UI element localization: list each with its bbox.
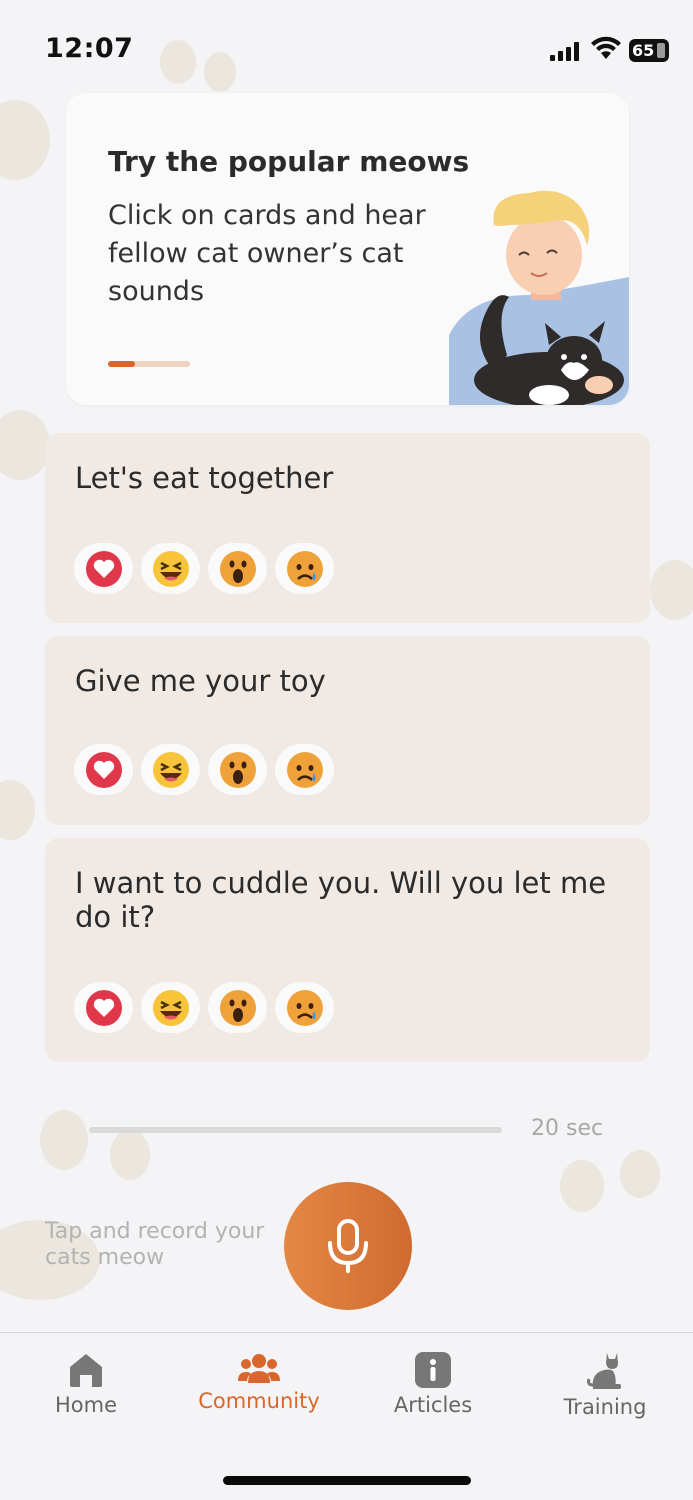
bottom-tab-bar: Home Community Articles Training (0, 1332, 693, 1500)
signal-icon (550, 41, 580, 61)
recording-timer-label: 20 sec (531, 1116, 604, 1141)
battery-icon: 65 (629, 39, 669, 62)
info-icon (415, 1352, 451, 1388)
laugh-reaction-button[interactable] (141, 982, 200, 1033)
heart-icon (85, 550, 122, 587)
meow-card[interactable]: Let's eat together (45, 433, 650, 623)
shocked-face-icon (219, 989, 256, 1026)
status-time: 12:07 (45, 33, 134, 64)
tab-home[interactable]: Home (16, 1351, 156, 1417)
sad-reaction-button[interactable] (275, 543, 334, 594)
wifi-icon (591, 36, 621, 59)
battery-level: 65 (632, 41, 655, 60)
tab-training[interactable]: Training (535, 1351, 675, 1419)
meow-card[interactable]: I want to cuddle you. Will you let me do… (45, 838, 650, 1062)
promo-title: Try the popular meows (108, 145, 470, 178)
reaction-row (74, 744, 334, 795)
shocked-face-icon (219, 751, 256, 788)
meow-card[interactable]: Give me your toy (45, 636, 650, 825)
laughing-face-icon (152, 751, 189, 788)
promo-page-indicator-fill (108, 361, 136, 367)
tab-community[interactable]: Community (189, 1351, 329, 1413)
wow-reaction-button[interactable] (208, 543, 267, 594)
home-icon (70, 1354, 102, 1387)
promo-card[interactable]: Try the popular meows Click on cards and… (66, 93, 629, 405)
heart-reaction-button[interactable] (74, 982, 133, 1033)
sad-face-icon (286, 751, 323, 788)
record-hint: Tap and record your cats meow (45, 1219, 265, 1270)
wow-reaction-button[interactable] (208, 744, 267, 795)
laughing-face-icon (152, 989, 189, 1026)
recording-timer-track (89, 1127, 502, 1133)
tab-articles-label: Articles (393, 1393, 473, 1417)
person-holding-cat-illustration (449, 190, 629, 405)
status-bar: 12:07 65 (0, 0, 693, 100)
wow-reaction-button[interactable] (208, 982, 267, 1033)
reaction-row (74, 982, 334, 1033)
meow-card-text: Give me your toy (75, 664, 326, 698)
microphone-icon (328, 1219, 368, 1273)
sad-face-icon (286, 989, 323, 1026)
laughing-face-icon (152, 550, 189, 587)
meow-card-text: I want to cuddle you. Will you let me do… (75, 866, 607, 934)
home-indicator (223, 1476, 471, 1485)
laugh-reaction-button[interactable] (141, 543, 200, 594)
sad-reaction-button[interactable] (275, 982, 334, 1033)
meow-card-text: Let's eat together (75, 461, 334, 495)
community-icon (238, 1354, 280, 1383)
promo-page-indicator (108, 361, 190, 367)
tab-home-label: Home (54, 1393, 117, 1417)
tab-articles[interactable]: Articles (363, 1351, 503, 1417)
tab-community-label: Community (198, 1389, 320, 1413)
laugh-reaction-button[interactable] (141, 744, 200, 795)
sad-reaction-button[interactable] (275, 744, 334, 795)
heart-icon (85, 751, 122, 788)
promo-text: Click on cards and hear fellow cat owner… (108, 200, 426, 307)
reaction-row (74, 543, 334, 594)
record-button[interactable] (284, 1182, 412, 1310)
heart-icon (85, 989, 122, 1026)
cat-icon (587, 1353, 621, 1389)
tab-training-label: Training (563, 1395, 647, 1419)
sad-face-icon (286, 550, 323, 587)
heart-reaction-button[interactable] (74, 744, 133, 795)
shocked-face-icon (219, 550, 256, 587)
heart-reaction-button[interactable] (74, 543, 133, 594)
